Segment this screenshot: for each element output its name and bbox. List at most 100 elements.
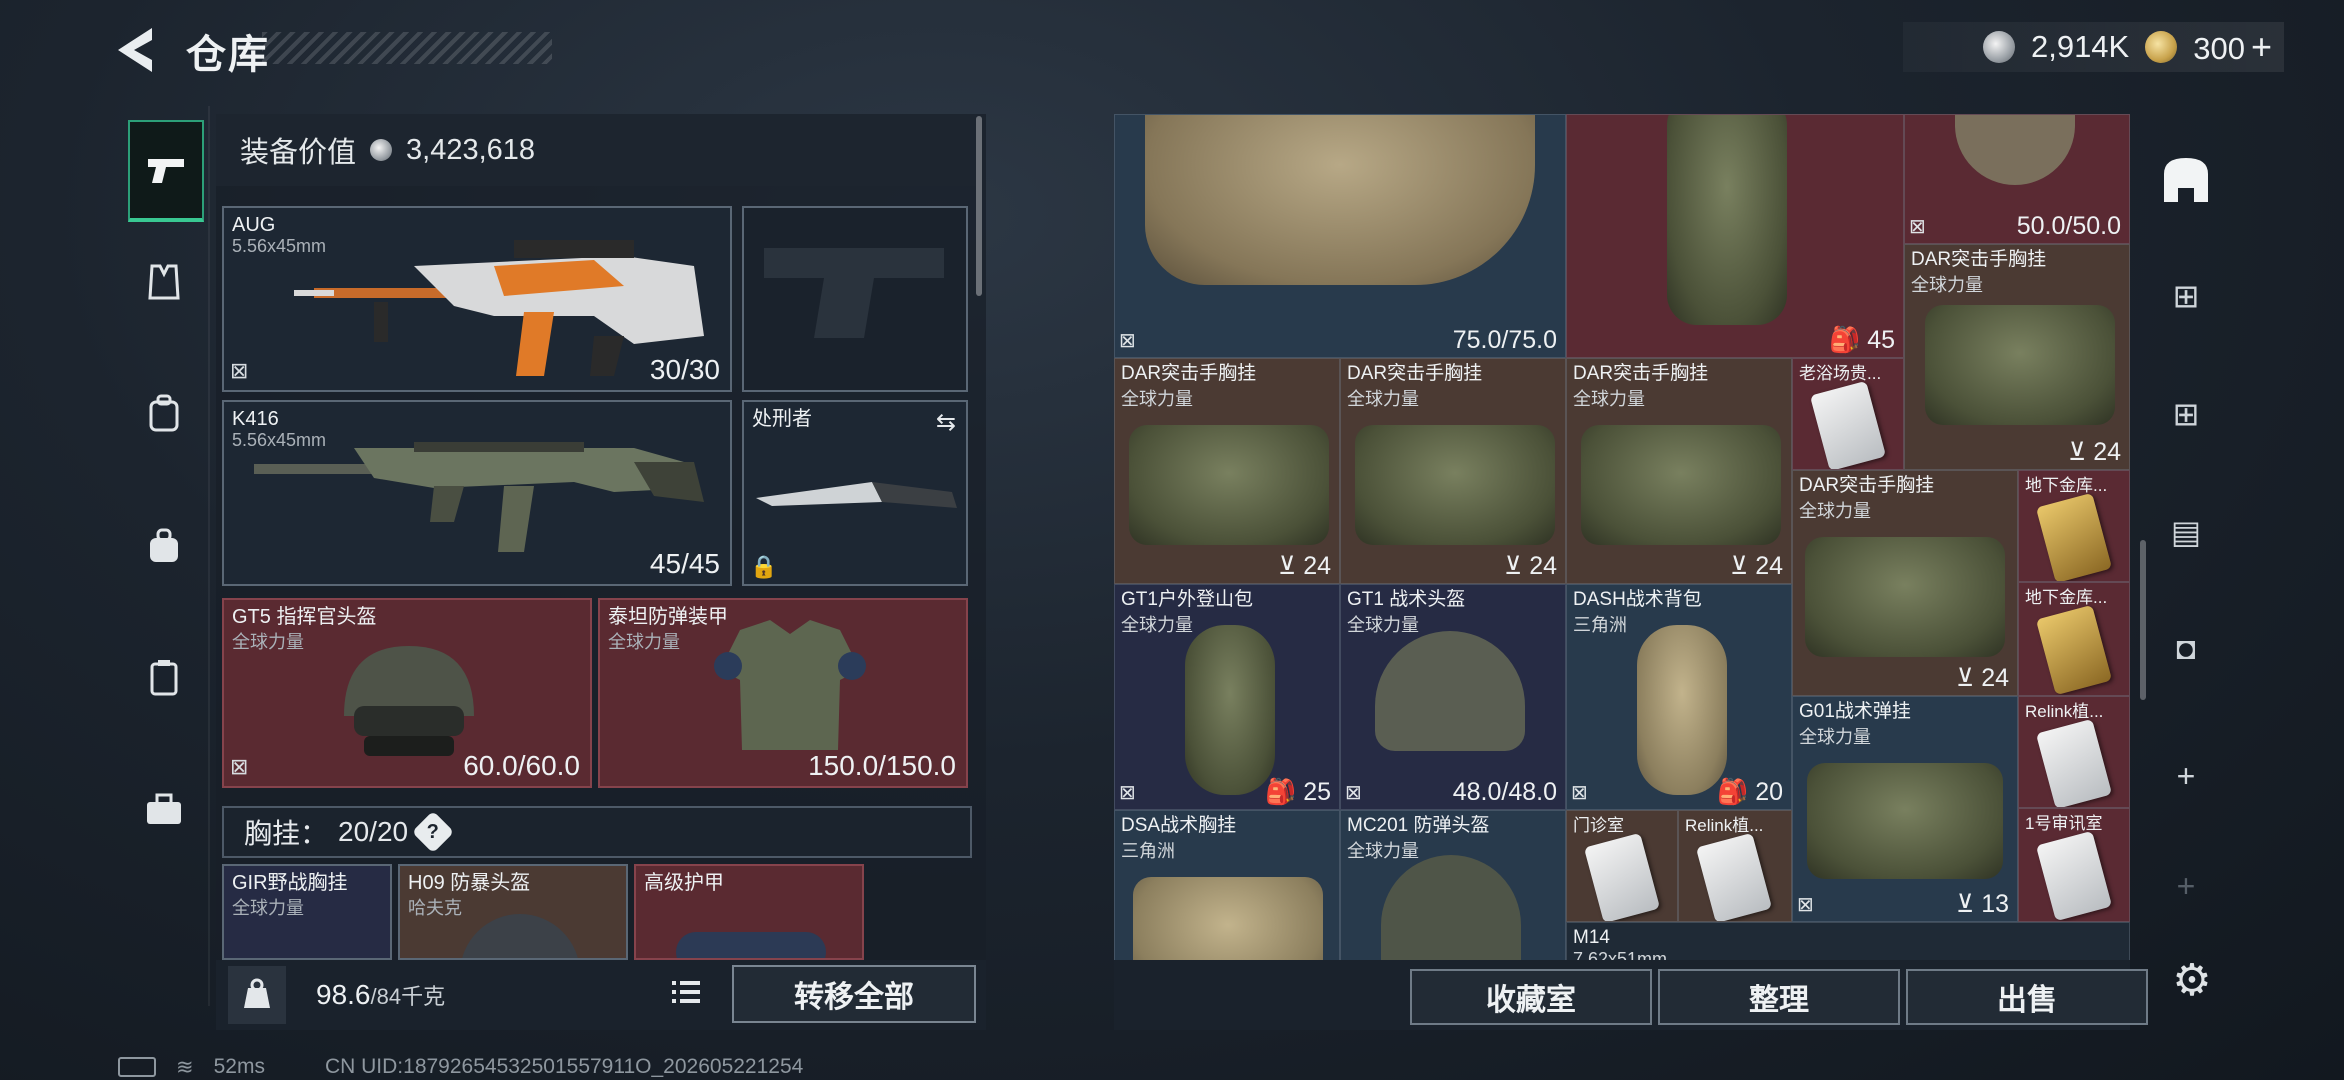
battery-icon xyxy=(118,1057,156,1077)
no-insure-icon: ⊠ xyxy=(230,754,249,779)
rail-bags[interactable] xyxy=(128,498,200,594)
grid-item-keycard[interactable]: 老浴场贵... xyxy=(1792,358,1904,470)
equip-value-amount: 3,423,618 xyxy=(406,133,536,166)
grid-item-backpack[interactable]: GT1户外登山包 全球力量 ⊠ 🎒 25 xyxy=(1114,584,1340,810)
backpack-icon xyxy=(149,394,179,432)
rail-weapons[interactable] xyxy=(128,120,204,222)
stash-scrollbar[interactable] xyxy=(2140,540,2146,700)
grid-item-mag-rig[interactable]: G01战术弹挂 全球力量 ⊠ ⊻ 13 xyxy=(1792,696,2018,922)
item-name: GIR野战胸挂 xyxy=(232,872,348,894)
collection-room-button[interactable]: 收藏室 xyxy=(1410,969,1652,1025)
armor-durability: 150.0/150.0 xyxy=(808,750,956,781)
list-icon xyxy=(672,981,700,1003)
no-insure-icon: ⊠ xyxy=(1345,782,1362,804)
swap-icon[interactable]: ⇆ xyxy=(936,408,956,437)
chest-label: 胸挂： xyxy=(244,818,329,849)
item-name: 地下金库... xyxy=(2025,476,2108,495)
item-origin: 三角洲 xyxy=(1573,615,1627,635)
tab-storage-4[interactable]: ◘ xyxy=(2154,616,2218,680)
tab-storage-3[interactable]: ▤ xyxy=(2154,500,2218,564)
loadout-scrollbar[interactable] xyxy=(976,116,982,296)
back-arrow-icon xyxy=(118,28,152,72)
grid-item-helmet[interactable]: MC201 防弹头盔 全球力量 xyxy=(1340,810,1566,960)
gold-plus-button[interactable]: + xyxy=(2251,26,2272,67)
pistol-placeholder-icon xyxy=(764,248,944,338)
grid-item-keycard[interactable]: Relink植... xyxy=(2018,696,2130,808)
rig-image xyxy=(1581,425,1781,545)
tab-safe-box[interactable] xyxy=(2154,148,2218,212)
tab-storage-2[interactable]: ⊞ xyxy=(2154,382,2218,446)
tab-add-disabled: + xyxy=(2154,854,2218,918)
rail-vests[interactable] xyxy=(128,234,200,330)
item-name: 地下金库... xyxy=(2025,588,2108,607)
item-name: 门诊室 xyxy=(1573,816,1624,835)
category-rail xyxy=(118,106,210,1006)
item-origin: 全球力量 xyxy=(1347,841,1419,861)
item-name: DAR突击手胸挂 xyxy=(1121,363,1257,384)
wifi-icon: ≋ xyxy=(176,1055,194,1079)
grid-item-chest-rig[interactable]: DSA战术胸挂 三角洲 xyxy=(1114,810,1340,960)
grid-item-keycard[interactable]: Relink植... xyxy=(1678,810,1792,922)
help-button[interactable]: ? xyxy=(411,810,455,854)
k416-rifle-image xyxy=(254,442,704,552)
toolbox-icon xyxy=(147,793,181,824)
item-origin: 全球力量 xyxy=(1799,727,1871,747)
secondary-weapon-slot[interactable]: K416 5.56x45mm 45/45 xyxy=(222,400,732,586)
grid-item-helmet[interactable]: ⊠ 50.0/50.0 xyxy=(1904,114,2130,244)
stash-tabs-rail: ⊞ ⊞ ▤ ◘ + + xyxy=(2146,114,2226,954)
helmet-slot[interactable]: GT5 指挥官头盔 全球力量 ⊠ 60.0/60.0 xyxy=(222,598,592,788)
no-insure-icon: ⊠ xyxy=(1797,894,1814,916)
grid-item-gold-card[interactable]: 地下金库... xyxy=(2018,470,2130,582)
tab-storage-1[interactable]: ⊞ xyxy=(2154,264,2218,328)
tab-add[interactable]: + xyxy=(2154,744,2218,808)
primary-weapon-slot[interactable]: AUG 5.56x45mm ⊠ 30/30 xyxy=(222,206,732,392)
grid-item-chest-rig[interactable]: DAR突击手胸挂 全球力量 ⊻ 24 xyxy=(1114,358,1340,584)
grid-item-keycard[interactable]: 门诊室 xyxy=(1566,810,1678,922)
grid-item-helmet[interactable]: GT1 战术头盔 全球力量 ⊠ 48.0/48.0 xyxy=(1340,584,1566,810)
grid-item-chest-rig[interactable]: DAR突击手胸挂 全球力量 ⊻ 24 xyxy=(1566,358,1792,584)
loadout-footer: 98.6/84千克 转移全部 xyxy=(216,960,986,1030)
keycard-image xyxy=(2035,718,2113,807)
transfer-all-button[interactable]: 转移全部 xyxy=(732,965,976,1023)
sell-button[interactable]: 出售 xyxy=(1906,969,2148,1025)
helmet-image xyxy=(344,646,474,756)
equipment-value-bar: 装备价值 3,423,618 xyxy=(216,114,976,186)
vest-image xyxy=(1145,115,1535,285)
equip-value-label: 装备价值 xyxy=(240,137,357,169)
grid-item-gold-card[interactable]: 地下金库... xyxy=(2018,582,2130,696)
rail-backpacks[interactable] xyxy=(128,366,200,462)
melee-slot[interactable]: 处刑者 ⇆ 🔒 xyxy=(742,400,968,586)
advanced-armor-slot[interactable]: 高级护甲 xyxy=(634,864,864,960)
item-count: ⊻ 24 xyxy=(1729,552,1783,580)
grid-item-backpack[interactable]: 🎒 45 xyxy=(1566,114,1904,358)
back-button[interactable] xyxy=(112,22,162,78)
loadout-panel: 装备价值 3,423,618 AUG 5.56x45mm ⊠ 30/30 K41… xyxy=(216,114,986,1030)
grid-item-backpack[interactable]: DASH战术背包 三角洲 ⊠ 🎒 20 xyxy=(1566,584,1792,810)
grid-item-chest-rig[interactable]: DAR突击手胸挂 全球力量 ⊻ 24 xyxy=(1792,470,2018,696)
grid-item-chest-rig[interactable]: DAR突击手胸挂 全球力量 ⊻ 24 xyxy=(1340,358,1566,584)
grid-item-keycard[interactable]: 1号审讯室 xyxy=(2018,808,2130,922)
vest-slot[interactable]: GIR野战胸挂 全球力量 xyxy=(222,864,392,960)
item-name: DASH战术背包 xyxy=(1573,589,1702,610)
item-count: ⊻ 24 xyxy=(1277,552,1331,580)
grid-item-vest[interactable]: ⊠ 75.0/75.0 xyxy=(1114,114,1566,358)
weapon-ammo: 45/45 xyxy=(649,548,720,579)
stash-footer: 收藏室 整理 出售 xyxy=(1114,960,2148,1030)
grid-item-chest-rig[interactable]: DAR突击手胸挂 全球力量 ⊻ 24 xyxy=(1904,244,2130,470)
armor-slot[interactable]: 泰坦防弹装甲 全球力量 150.0/150.0 xyxy=(598,598,968,788)
list-view-button[interactable] xyxy=(668,974,704,1010)
item-count: 🎒 25 xyxy=(1265,778,1331,806)
riot-helmet-slot[interactable]: H09 防暴头盔 哈夫克 xyxy=(398,864,628,960)
settings-button[interactable]: ⚙ xyxy=(2162,950,2222,1010)
keycard-image xyxy=(1695,832,1773,921)
sort-button[interactable]: 整理 xyxy=(1658,969,1900,1025)
bag-icon xyxy=(150,528,178,562)
helmet-name: GT5 指挥官头盔 xyxy=(232,606,377,628)
weight-readout: 98.6/84千克 xyxy=(316,979,446,1010)
grid-item-m14[interactable]: M14 7.62x51mm xyxy=(1566,922,2130,960)
sidearm-slot[interactable] xyxy=(742,206,968,392)
helmet-durability: 60.0/60.0 xyxy=(463,750,580,781)
rail-tools[interactable] xyxy=(128,762,200,858)
rail-documents[interactable] xyxy=(128,630,200,726)
vest-icon xyxy=(148,264,180,300)
